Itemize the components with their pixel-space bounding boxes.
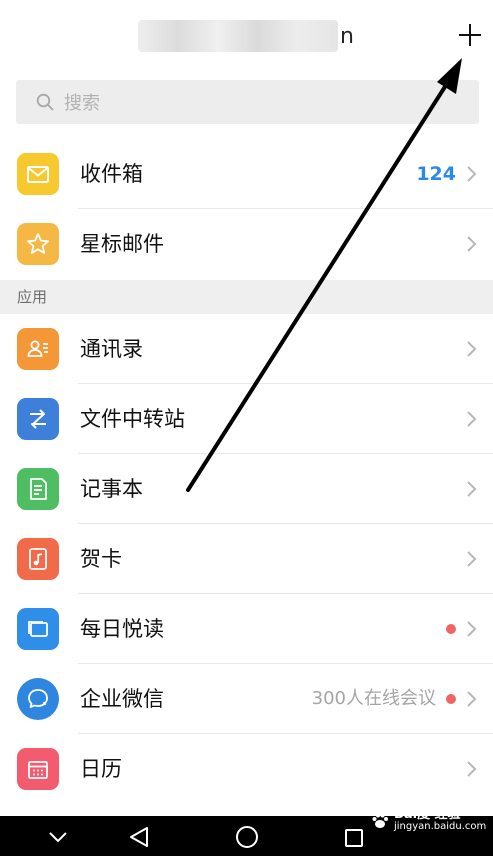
search-placeholder: 搜索	[64, 93, 100, 114]
wework-icon	[17, 678, 59, 720]
back-icon[interactable]	[128, 826, 150, 848]
list-item-label: 通讯录	[80, 337, 143, 361]
chevron-down-icon[interactable]	[48, 830, 68, 844]
list-item-label: 记事本	[80, 477, 143, 501]
list-item-greeting-card[interactable]: 贺卡	[0, 524, 493, 594]
chevron-right-icon	[467, 551, 477, 567]
list-item-calendar[interactable]: 日历	[0, 734, 493, 804]
search-input[interactable]: 搜索	[16, 80, 479, 124]
unread-count: 124	[416, 163, 456, 185]
account-name[interactable]: n	[138, 18, 354, 54]
envelope-icon	[17, 153, 59, 195]
list-item-label: 贺卡	[80, 547, 122, 571]
chevron-right-icon	[467, 411, 477, 427]
reading-icon	[17, 608, 59, 650]
watermark-brand: Bai度 经验	[394, 807, 461, 822]
meeting-note: 300人在线会议	[311, 688, 436, 709]
list-item-inbox[interactable]: 收件箱 124	[0, 139, 493, 209]
list-item-daily-reading[interactable]: 每日悦读	[0, 594, 493, 664]
list-item-label: 星标邮件	[80, 232, 164, 256]
list-item-contacts[interactable]: 通讯录	[0, 314, 493, 384]
chevron-right-icon	[467, 691, 477, 707]
calendar-icon	[17, 748, 59, 790]
star-icon	[17, 223, 59, 265]
list-item-file-transfer[interactable]: 文件中转站	[0, 384, 493, 454]
notification-dot	[446, 694, 456, 704]
search-icon	[36, 93, 54, 111]
list-item-notepad[interactable]: 记事本	[0, 454, 493, 524]
blurred-account-text	[138, 20, 338, 52]
recents-icon[interactable]	[344, 828, 364, 848]
mail-app-screen: n 搜索 收件箱 124 星标邮件 应用 通讯录 文件中转站 记事本 贺卡 每日…	[0, 0, 493, 856]
contacts-icon	[17, 328, 59, 370]
chevron-right-icon	[467, 166, 477, 182]
greeting-card-icon	[17, 538, 59, 580]
list-item-label: 日历	[80, 757, 122, 781]
home-icon[interactable]	[235, 825, 259, 849]
chevron-right-icon	[467, 341, 477, 357]
list-item-label: 每日悦读	[80, 617, 164, 641]
app-header: n	[0, 0, 493, 70]
chevron-right-icon	[467, 481, 477, 497]
section-header-apps: 应用	[0, 280, 493, 314]
baidu-jingyan-watermark: Bai度 经验 jingyan.baidu.com	[370, 808, 488, 834]
transfer-icon	[17, 398, 59, 440]
chevron-right-icon	[467, 761, 477, 777]
notepad-icon	[17, 468, 59, 510]
list-item-label: 文件中转站	[80, 407, 185, 431]
notification-dot	[446, 624, 456, 634]
account-name-suffix: n	[340, 23, 354, 49]
paw-icon	[372, 813, 388, 828]
list-item-starred[interactable]: 星标邮件	[0, 209, 493, 279]
list-item-wework[interactable]: 企业微信 300人在线会议	[0, 664, 493, 734]
watermark-url: jingyan.baidu.com	[394, 821, 487, 832]
add-button[interactable]	[450, 16, 490, 56]
section-title: 应用	[17, 288, 48, 306]
chevron-right-icon	[467, 236, 477, 252]
list-item-label: 企业微信	[80, 687, 164, 711]
list-item-label: 收件箱	[80, 162, 143, 186]
chevron-right-icon	[467, 621, 477, 637]
